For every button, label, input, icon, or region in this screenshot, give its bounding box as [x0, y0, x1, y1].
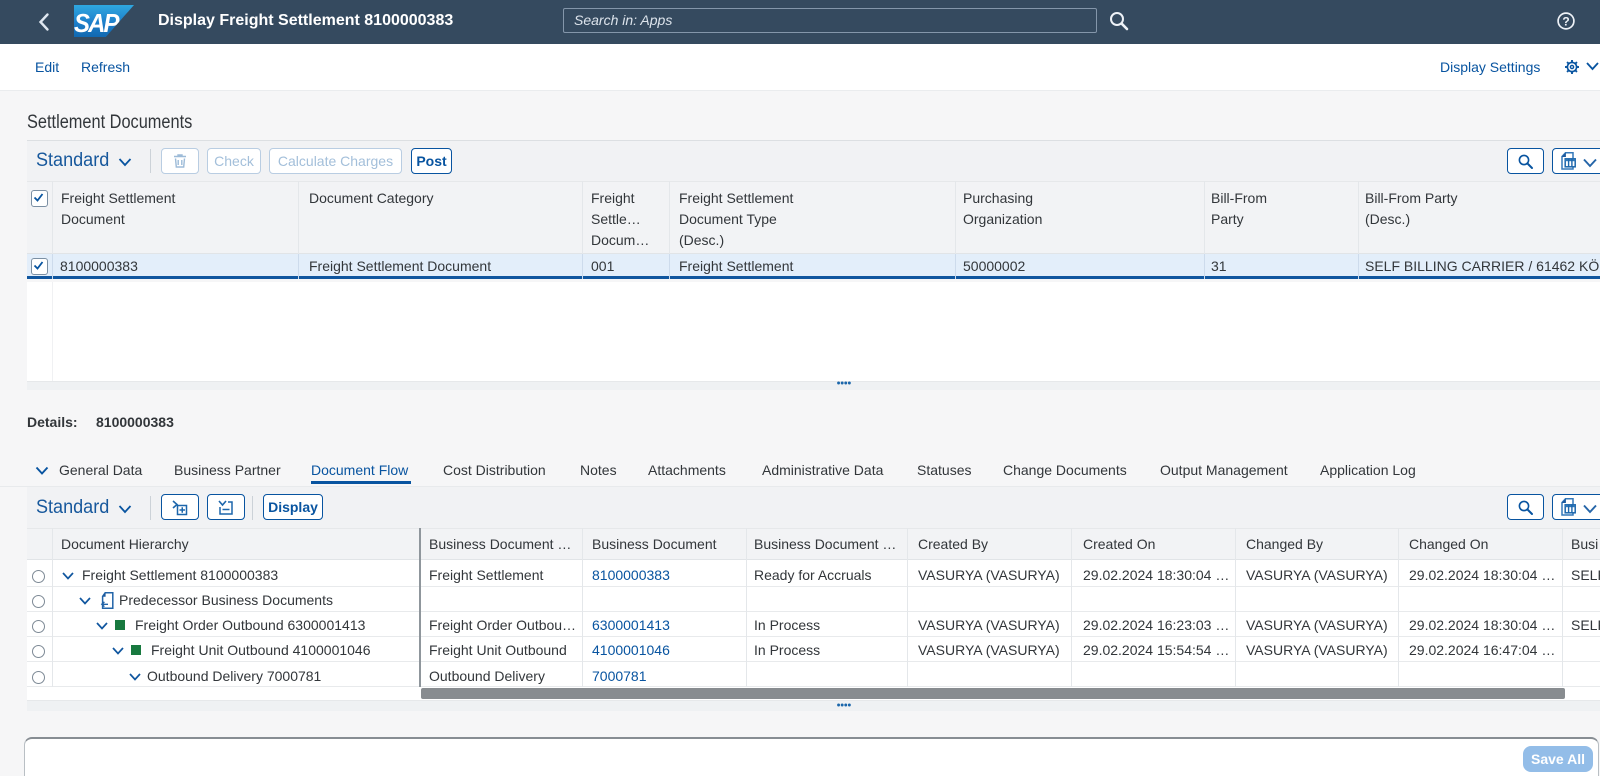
svg-text:?: ? [1562, 14, 1569, 28]
